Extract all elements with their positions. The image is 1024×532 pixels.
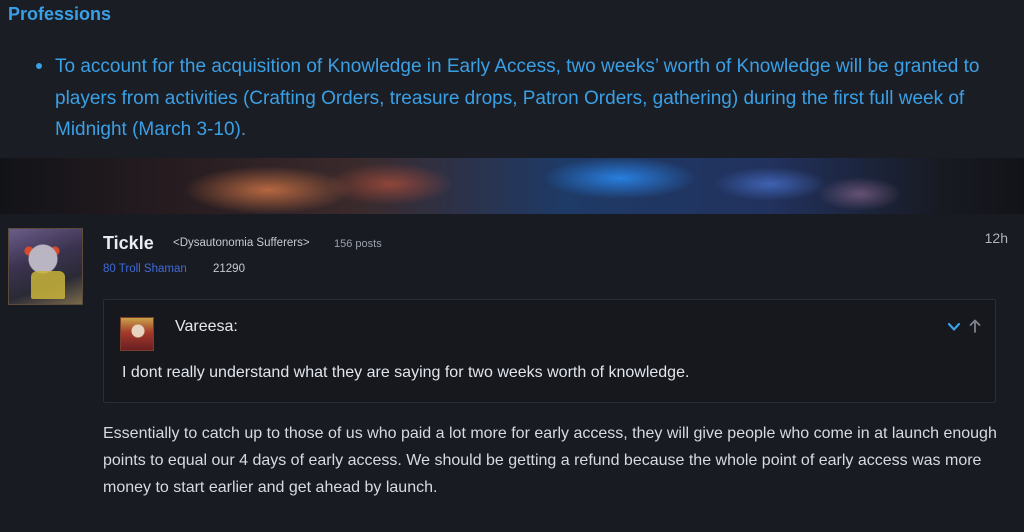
list-item: To account for the acquisition of Knowle…: [32, 51, 1022, 146]
username[interactable]: Tickle: [103, 233, 154, 254]
announcement-list: To account for the acquisition of Knowle…: [32, 51, 1022, 146]
avatar[interactable]: [8, 228, 83, 305]
achievement-points: 21290: [213, 263, 245, 275]
banner-image: [0, 158, 1024, 214]
chevron-down-icon[interactable]: [947, 320, 961, 334]
list-item-text: To account for the acquisition of Knowle…: [55, 56, 980, 140]
section-heading: Professions: [8, 4, 112, 24]
quote-block: Vareesa: I dont really understand what t…: [103, 299, 996, 403]
quote-avatar: [120, 317, 154, 351]
quote-text: I dont really understand what they are s…: [122, 364, 690, 381]
quote-author: Vareesa:: [175, 318, 238, 335]
announcement-section: Professions To account for the acquisiti…: [0, 0, 1024, 158]
character-class: 80 Troll Shaman: [103, 263, 187, 275]
guild-name: <Dysautonomia Sufferers>: [173, 237, 310, 249]
arrow-up-icon[interactable]: [968, 318, 982, 334]
post-timestamp[interactable]: 12h: [985, 230, 1008, 246]
post-body: Essentially to catch up to those of us w…: [103, 425, 997, 496]
bullet-icon: [36, 63, 42, 69]
post-count: 156 posts: [334, 238, 382, 250]
